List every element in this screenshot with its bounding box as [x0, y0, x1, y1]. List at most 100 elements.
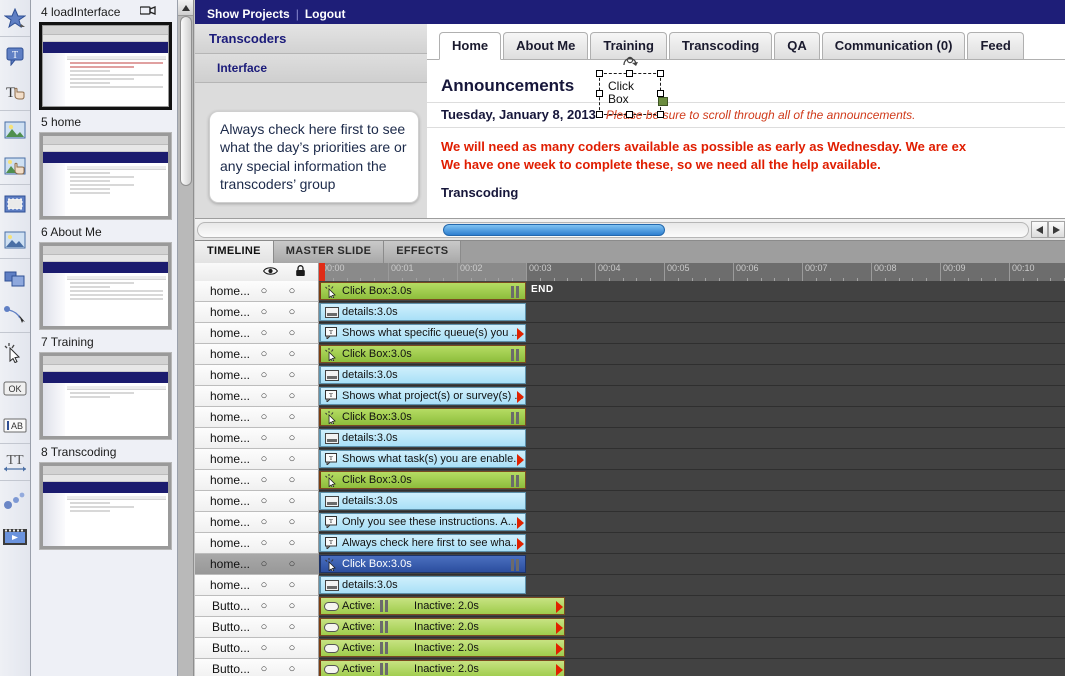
visibility-toggle[interactable]: ○	[250, 369, 278, 381]
image-icon[interactable]	[0, 111, 30, 148]
timeline-lane[interactable]: Click Box:3.0s	[319, 554, 1065, 575]
slide-thumbnail[interactable]	[39, 352, 172, 440]
table-row[interactable]: home... ○ ○ Click Box:3.0s	[195, 407, 1065, 428]
lock-icon[interactable]	[295, 264, 306, 280]
timeline-object-name[interactable]: home... ○ ○	[195, 554, 319, 575]
table-row[interactable]: home... ○ ○ details:3.0s	[195, 428, 1065, 449]
table-row[interactable]: Butto... ○ ○ Active: Inactive: 2.0s	[195, 638, 1065, 659]
timeline-bar[interactable]: Click Box:3.0s	[319, 555, 526, 573]
list-item[interactable]: 8 Transcoding	[31, 440, 177, 550]
table-row[interactable]: Butto... ○ ○ Active: Inactive: 2.0s	[195, 659, 1065, 676]
timeline-lane[interactable]: Active: Inactive: 2.0s	[319, 596, 1065, 617]
mouse-path-icon[interactable]	[0, 296, 30, 333]
list-item[interactable]: 6 About Me	[31, 220, 177, 330]
timeline-lane[interactable]: details:3.0s	[319, 428, 1065, 449]
table-row[interactable]: home... ○ ○ Click Box:3.0s	[195, 344, 1065, 365]
timeline-bar[interactable]: Click Box:3.0s	[319, 345, 526, 363]
timeline-lane[interactable]: Active: Inactive: 2.0s	[319, 617, 1065, 638]
timeline-lane[interactable]: Active: Inactive: 2.0s	[319, 638, 1065, 659]
lock-toggle[interactable]: ○	[278, 600, 306, 612]
timeline-object-name[interactable]: home... ○ ○	[195, 512, 319, 533]
table-row[interactable]: Butto... ○ ○ Active: Inactive: 2.0s	[195, 596, 1065, 617]
slide-thumbnail[interactable]	[39, 22, 172, 110]
tab-qa[interactable]: QA	[774, 32, 820, 59]
text-caption-icon[interactable]: T	[0, 37, 30, 74]
timeline-lane[interactable]: Click Box:3.0s	[319, 407, 1065, 428]
timeline-bar[interactable]: Active: Inactive: 2.0s	[319, 597, 565, 615]
timeline-lane[interactable]: details:3.0s	[319, 491, 1065, 512]
visibility-toggle[interactable]: ○	[250, 306, 278, 318]
timeline-bar[interactable]: T Shows what project(s) or survey(s) ...	[319, 387, 526, 405]
table-row[interactable]: home... ○ ○ details:3.0s	[195, 302, 1065, 323]
lock-toggle[interactable]: ○	[278, 474, 306, 486]
timeline-bar[interactable]: Click Box:3.0s	[319, 471, 526, 489]
timeline-lane[interactable]: T Only you see these instructions. A...	[319, 512, 1065, 533]
list-item[interactable]: 7 Training	[31, 330, 177, 440]
timeline-object-name[interactable]: home... ○ ○	[195, 428, 319, 449]
timeline-object-name[interactable]: home... ○ ○	[195, 281, 319, 302]
table-row[interactable]: home... ○ ○ T Shows what specific queue(s) y…	[195, 323, 1065, 344]
table-row[interactable]: home... ○ ○ T Always check here first to see…	[195, 533, 1065, 554]
visibility-toggle[interactable]: ○	[250, 663, 278, 675]
timeline-object-name[interactable]: Butto... ○ ○	[195, 659, 319, 676]
timeline-object-name[interactable]: home... ○ ○	[195, 491, 319, 512]
visibility-toggle[interactable]: ○	[250, 348, 278, 360]
button-icon[interactable]: OK	[0, 370, 30, 407]
lock-toggle[interactable]: ○	[278, 663, 306, 675]
table-row[interactable]: home... ○ ○ Click Box:3.0s END	[195, 281, 1065, 302]
timeline-bar[interactable]: Click Box:3.0s	[319, 282, 526, 300]
visibility-toggle[interactable]: ○	[250, 432, 278, 444]
tab-master-slide[interactable]: MASTER SLIDE	[273, 241, 385, 263]
lock-toggle[interactable]: ○	[278, 453, 306, 465]
timeline-object-name[interactable]: Butto... ○ ○	[195, 596, 319, 617]
visibility-toggle[interactable]: ○	[250, 495, 278, 507]
timeline-lane[interactable]: T Shows what task(s) you are enable...	[319, 449, 1065, 470]
visibility-toggle[interactable]: ○	[250, 327, 278, 339]
lock-toggle[interactable]: ○	[278, 390, 306, 402]
lock-toggle[interactable]: ○	[278, 348, 306, 360]
tab-transcoding[interactable]: Transcoding	[668, 32, 773, 59]
table-row[interactable]: home... ○ ○ T Only you see these instruction…	[195, 512, 1065, 533]
visibility-toggle[interactable]: ○	[250, 516, 278, 528]
table-row[interactable]: home... ○ ○ T Shows what task(s) you are ena…	[195, 449, 1065, 470]
timeline-lane[interactable]: details:3.0s	[319, 302, 1065, 323]
lock-toggle[interactable]: ○	[278, 579, 306, 591]
slide-thumbnail[interactable]	[39, 242, 172, 330]
resize-handle-bottom-left[interactable]	[596, 111, 603, 118]
resize-handle-bottom-right[interactable]	[657, 111, 664, 118]
timeline-object-name[interactable]: Butto... ○ ○	[195, 638, 319, 659]
timeline-lane[interactable]: details:3.0s	[319, 365, 1065, 386]
tab-home[interactable]: Home	[439, 32, 502, 60]
timeline-bar[interactable]: T Shows what specific queue(s) you ...	[319, 324, 526, 342]
visibility-toggle[interactable]: ○	[250, 621, 278, 633]
resize-handle-top-left[interactable]	[596, 70, 603, 77]
timeline-bar[interactable]: T Only you see these instructions. A...	[319, 513, 526, 531]
timeline-bar[interactable]: Active: Inactive: 2.0s	[319, 639, 565, 657]
lock-toggle[interactable]: ○	[278, 558, 306, 570]
visibility-toggle[interactable]: ○	[250, 411, 278, 423]
timeline-bar[interactable]: T Always check here first to see wha...	[319, 534, 526, 552]
timeline-lane[interactable]: T Always check here first to see wha...	[319, 533, 1065, 554]
timeline-object-name[interactable]: home... ○ ○	[195, 302, 319, 323]
click-box-object[interactable]: Click Box	[596, 56, 668, 118]
timeline-object-name[interactable]: home... ○ ○	[195, 386, 319, 407]
table-row[interactable]: home... ○ ○ details:3.0s	[195, 365, 1065, 386]
logout-link[interactable]: Logout	[305, 7, 346, 21]
timeline-object-name[interactable]: home... ○ ○	[195, 575, 319, 596]
resize-handle-middle-right[interactable]	[657, 90, 664, 97]
playhead-marker[interactable]	[319, 263, 325, 281]
timeline-bar[interactable]: Active: Inactive: 2.0s	[319, 660, 565, 676]
rollover-slidelet-icon[interactable]	[0, 222, 30, 259]
timeline-bar[interactable]: details:3.0s	[319, 576, 526, 594]
lock-toggle[interactable]: ○	[278, 411, 306, 423]
lock-toggle[interactable]: ○	[278, 432, 306, 444]
lock-toggle[interactable]: ○	[278, 516, 306, 528]
timeline-lane[interactable]: Click Box:3.0s	[319, 344, 1065, 365]
visibility-toggle[interactable]: ○	[250, 453, 278, 465]
visibility-toggle[interactable]: ○	[250, 285, 278, 297]
resize-handle-top-right[interactable]	[657, 70, 664, 77]
filmstrip-scrollbar[interactable]	[178, 0, 194, 676]
lock-toggle[interactable]: ○	[278, 369, 306, 381]
rollover-image-icon[interactable]	[0, 148, 30, 185]
timeline-bar[interactable]: Click Box:3.0s	[319, 408, 526, 426]
